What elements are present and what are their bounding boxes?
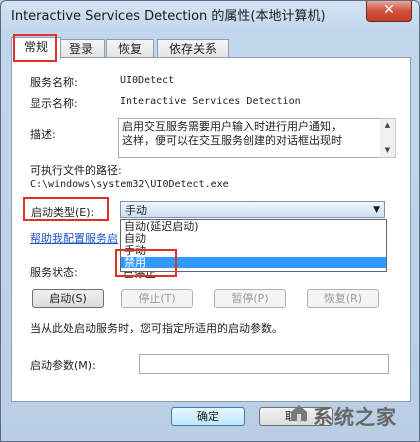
window-title: Interactive Services Detection 的属性(本地计算机… — [11, 9, 326, 24]
service-status-label: 服务状态: — [30, 266, 78, 279]
start-button[interactable]: 启动(S) — [32, 289, 104, 308]
option-auto[interactable]: 自动 — [121, 233, 386, 244]
description-line-1: 启用交互服务需要用户输入时进行用户通知， — [122, 120, 342, 133]
properties-dialog: Interactive Services Detection 的属性(本地计算机… — [0, 0, 420, 442]
resume-button[interactable]: 恢复(R) — [307, 289, 379, 308]
display-name-label: 显示名称: — [30, 97, 78, 110]
option-auto-delayed[interactable]: 自动(延迟启动) — [121, 221, 386, 232]
description-scrollbar[interactable]: ▲ ▼ — [380, 118, 396, 158]
service-name-label: 服务名称: — [30, 76, 78, 89]
chevron-down-icon[interactable]: ▼ — [373, 202, 380, 219]
start-params-label: 启动参数(M): — [30, 359, 96, 372]
highlight-general-tab — [13, 34, 57, 62]
exec-path-value: C:\windows\system32\UI0Detect.exe — [30, 179, 229, 190]
highlight-startup-type-label — [23, 197, 109, 221]
tab-recovery[interactable]: 恢复 — [106, 39, 154, 58]
help-configure-link[interactable]: 帮助我配置服务启 — [30, 230, 118, 246]
exec-path-label: 可执行文件的路径: — [30, 164, 122, 177]
description-label: 描述: — [30, 128, 56, 141]
watermark-text: 系统之家 — [313, 405, 397, 429]
start-params-hint: 当从此处启动服务时，您可指定所适用的启动参数。 — [30, 322, 283, 335]
scroll-down-icon[interactable]: ▼ — [380, 144, 395, 156]
scroll-up-icon[interactable]: ▲ — [380, 119, 395, 131]
start-params-input[interactable] — [139, 354, 389, 374]
startup-type-select[interactable]: 手动 ▼ — [120, 201, 385, 218]
tab-dependencies[interactable]: 依存关系 — [157, 39, 229, 58]
service-name-value: UI0Detect — [120, 75, 175, 86]
watermark-logo-icon — [291, 405, 307, 421]
description-line-2: 这样，便可以在交互服务创建的对话框出现时 — [122, 134, 342, 147]
tab-logon[interactable]: 登录 — [57, 39, 105, 58]
startup-type-value: 手动 — [125, 204, 147, 217]
close-button[interactable]: ✕ — [366, 1, 412, 22]
pause-button[interactable]: 暂停(P) — [214, 289, 286, 308]
highlight-disabled-option — [115, 249, 177, 277]
stop-button[interactable]: 停止(T) — [121, 289, 193, 308]
description-text: 启用交互服务需要用户输入时进行用户通知， 这样，便可以在交互服务创建的对话框出现… — [118, 118, 388, 158]
display-name-value: Interactive Services Detection — [120, 96, 301, 107]
ok-button[interactable]: 确定 — [171, 407, 245, 426]
general-panel: 服务名称: UI0Detect 显示名称: Interactive Servic… — [11, 57, 411, 402]
